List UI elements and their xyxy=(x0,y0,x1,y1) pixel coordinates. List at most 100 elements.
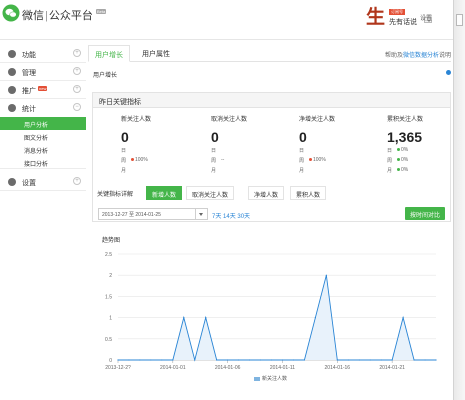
chart-legend[interactable]: 新关注人数 xyxy=(254,375,287,382)
sidebar-item-article-analysis[interactable]: 图文分析 xyxy=(0,130,86,143)
data-point xyxy=(259,359,262,361)
stat-week-row: 周 0% xyxy=(387,157,465,165)
stat-value: 0 xyxy=(121,129,129,145)
down-trend-icon xyxy=(309,158,312,162)
y-tick-label: 1 xyxy=(109,316,112,322)
tab-user-growth[interactable]: 用户增长 xyxy=(88,45,130,62)
data-point xyxy=(150,359,152,361)
stat-month-row: 月 0% xyxy=(387,167,465,175)
data-point xyxy=(227,359,229,361)
y-tick-label: 2.5 xyxy=(105,252,112,258)
week-label: 周 xyxy=(299,158,305,164)
day-label: 日 xyxy=(121,148,127,154)
sidebar-group-function[interactable]: 功能 + xyxy=(0,45,86,63)
trend-chart: 0 0.5 1 1.5 2 2.5 2013-12-2? 2014-01-01 2014-01-… xyxy=(105,252,437,371)
day-value: 0% xyxy=(401,147,409,153)
help-text: 帮助及微信数据分析说明 xyxy=(385,50,451,59)
data-point xyxy=(391,359,393,361)
x-tick-label: 2013-12-2? xyxy=(105,365,131,371)
stat-new-follow: 新关注人数 0 日 周 100% 月 xyxy=(121,114,201,175)
day-change: 0% xyxy=(397,147,408,153)
expand-icon[interactable]: + xyxy=(73,67,81,75)
week-value: 0% xyxy=(401,157,409,163)
brand-title[interactable]: 微信|公众平台 xyxy=(22,7,93,23)
collapse-icon[interactable]: − xyxy=(73,103,81,111)
stat-day-row: 日 xyxy=(121,147,201,155)
data-point xyxy=(139,359,141,361)
account-type-badge: 订阅号 xyxy=(389,9,405,15)
date-dropdown-icon[interactable] xyxy=(196,208,208,220)
expand-icon[interactable]: + xyxy=(73,85,81,93)
brand-name: 微信 xyxy=(22,10,44,22)
sidebar-group-stats[interactable]: 统计 − xyxy=(0,99,86,117)
promote-icon xyxy=(8,86,16,94)
stat-cumulative-follow: 累积关注人数 1,365 日 0% 周 0% 月 0% xyxy=(387,114,465,175)
week-label: 周 xyxy=(121,158,127,164)
sidebar-item-label: 用户分析 xyxy=(24,123,49,129)
stat-day-row: 日 xyxy=(211,147,291,155)
day-label: 日 xyxy=(211,148,217,154)
date-range-picker[interactable]: 2013-12-27 至 2014-01-25 xyxy=(98,208,196,220)
data-point xyxy=(128,359,130,361)
month-label: 月 xyxy=(387,168,393,174)
trend-tab-net[interactable]: 净增人数 xyxy=(248,186,285,200)
sidebar: 功能 + 管理 + 推广 new + 统计 − 用户分析 图文分析 消息分析 接… xyxy=(0,45,86,400)
y-tick-label: 0.5 xyxy=(105,337,112,343)
range-30-days[interactable]: 30天 xyxy=(237,214,250,220)
sidebar-group-promote[interactable]: 推广 new + xyxy=(0,81,86,99)
sidebar-item-interface-analysis[interactable]: 接口分析 xyxy=(0,156,86,169)
compare-button[interactable]: 按时间对比 xyxy=(404,207,445,220)
data-point xyxy=(161,359,163,361)
tab-user-attributes[interactable]: 用户属性 xyxy=(136,45,176,62)
key-metrics-title: 昨日关键指标 xyxy=(93,93,450,108)
stat-unfollow: 取消关注人数 0 日 周 -- 月 xyxy=(211,114,291,175)
data-point xyxy=(172,359,174,361)
sidebar-group-manage[interactable]: 管理 + xyxy=(0,63,86,81)
stats-icon xyxy=(8,104,16,112)
stat-week-row: 周 100% xyxy=(299,157,379,165)
scrollbar-thumb[interactable] xyxy=(456,14,463,26)
new-badge: new xyxy=(38,86,48,91)
sidebar-item-message-analysis[interactable]: 消息分析 xyxy=(0,143,86,156)
expand-icon[interactable]: + xyxy=(73,49,81,57)
sidebar-item-user-analysis[interactable]: 用户分析 xyxy=(0,117,86,130)
sidebar-item-label: 图文分析 xyxy=(24,136,49,142)
week-change: 0% xyxy=(397,157,408,163)
avatar[interactable]: 生 xyxy=(366,6,385,28)
help-icon[interactable] xyxy=(446,70,451,75)
week-value: 100% xyxy=(135,157,148,163)
manage-icon xyxy=(8,68,16,76)
stat-label: 取消关注人数 xyxy=(211,117,248,123)
wechat-logo-icon[interactable] xyxy=(2,4,20,22)
stat-month-row: 月 xyxy=(121,167,201,175)
quick-range-links: 7天 14天 30天 xyxy=(212,211,250,220)
data-point xyxy=(424,359,426,361)
sidebar-group-label: 功能 xyxy=(22,52,36,59)
window-scrollbar[interactable] xyxy=(453,0,465,400)
sidebar-group-label: 设置 xyxy=(22,180,36,187)
help-link[interactable]: 微信数据分析 xyxy=(403,53,439,59)
stat-value: 1,365 xyxy=(387,129,423,145)
month-value: 0% xyxy=(401,167,409,173)
data-point xyxy=(205,317,207,319)
x-tick-label: 2014-01-11 xyxy=(270,365,295,371)
x-tick-label: 2014-01-16 xyxy=(325,365,351,371)
x-tick-label: 2014-01-21 xyxy=(379,365,405,371)
settings-link[interactable]: 设置 xyxy=(420,13,432,22)
data-point xyxy=(117,359,119,361)
range-14-days[interactable]: 14天 xyxy=(223,214,236,220)
stat-month-row: 月 xyxy=(299,167,379,175)
data-point xyxy=(347,359,349,361)
sidebar-group-settings[interactable]: 设置 + xyxy=(0,173,86,191)
trend-tab-unfollow[interactable]: 取消关注人数 xyxy=(186,186,235,200)
sidebar-group-label: 管理 xyxy=(22,70,36,77)
account-name[interactable]: 先有话说 xyxy=(389,17,417,27)
week-value: 100% xyxy=(313,157,326,163)
expand-icon[interactable]: + xyxy=(73,177,81,185)
help-prefix: 帮助及 xyxy=(384,53,403,59)
trend-tab-cumulative[interactable]: 累积人数 xyxy=(290,186,327,200)
trend-tab-new[interactable]: 新增人数 xyxy=(146,186,183,200)
range-7-days[interactable]: 7天 xyxy=(212,214,221,220)
legend-swatch xyxy=(254,376,260,381)
data-point xyxy=(314,317,316,319)
